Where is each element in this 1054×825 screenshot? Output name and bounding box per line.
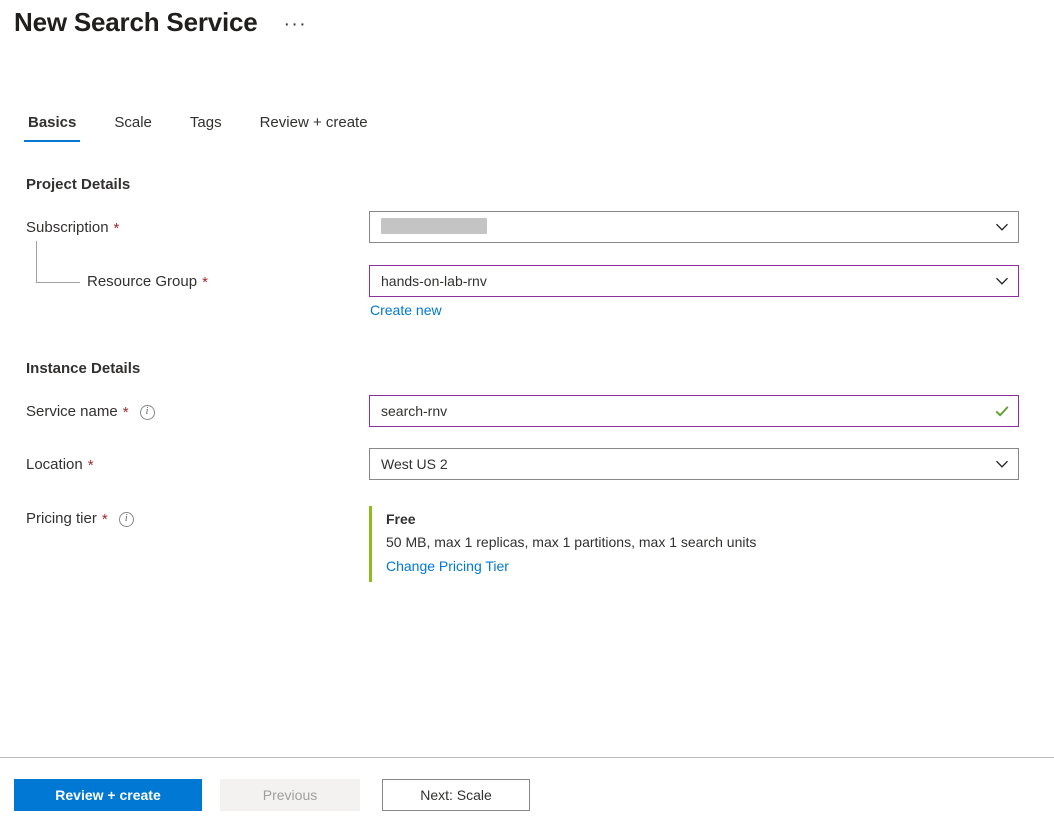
blade-tabs: Basics Scale Tags Review + create bbox=[22, 113, 374, 142]
field-subscription bbox=[369, 211, 1019, 243]
pricing-tier-summary: Free 50 MB, max 1 replicas, max 1 partit… bbox=[369, 506, 1019, 582]
section-title-instance-details: Instance Details bbox=[26, 360, 141, 377]
label-service-name-text: Service name bbox=[26, 403, 118, 420]
checkmark-valid-icon bbox=[995, 406, 1009, 417]
location-dropdown[interactable]: West US 2 bbox=[369, 448, 1019, 480]
resource-group-tree-connector bbox=[36, 241, 80, 283]
create-new-resource-group-link[interactable]: Create new bbox=[370, 301, 442, 319]
required-asterisk: * bbox=[113, 219, 120, 237]
field-service-name: search-rnv bbox=[369, 395, 1019, 427]
tab-review-create[interactable]: Review + create bbox=[254, 113, 374, 142]
label-resource-group: Resource Group * bbox=[87, 272, 208, 292]
section-title-project-details: Project Details bbox=[26, 176, 131, 193]
chevron-down-icon bbox=[996, 223, 1008, 231]
pricing-tier-name: Free bbox=[386, 511, 416, 527]
label-pricing-tier-text: Pricing tier bbox=[26, 510, 97, 527]
service-name-input[interactable]: search-rnv bbox=[369, 395, 1019, 427]
resource-group-value: hands-on-lab-rnv bbox=[381, 273, 487, 289]
location-value: West US 2 bbox=[381, 456, 448, 472]
required-asterisk: * bbox=[87, 456, 94, 474]
review-create-button[interactable]: Review + create bbox=[14, 779, 202, 811]
page-title: New Search Service bbox=[14, 7, 258, 37]
label-subscription-text: Subscription bbox=[26, 219, 109, 236]
redaction-block bbox=[381, 217, 487, 234]
required-asterisk: * bbox=[122, 403, 129, 421]
tab-scale[interactable]: Scale bbox=[108, 113, 158, 142]
footer-divider bbox=[0, 757, 1054, 758]
label-location: Location * bbox=[26, 455, 94, 475]
label-pricing-tier: Pricing tier * i bbox=[26, 509, 134, 529]
chevron-down-icon bbox=[996, 277, 1008, 285]
tab-basics[interactable]: Basics bbox=[22, 113, 82, 142]
required-asterisk: * bbox=[202, 273, 208, 291]
new-search-service-blade: New Search Service ··· Basics Scale Tags… bbox=[0, 0, 1054, 825]
label-resource-group-text: Resource Group bbox=[87, 273, 198, 290]
label-location-text: Location bbox=[26, 456, 83, 473]
label-service-name: Service name * i bbox=[26, 402, 155, 422]
previous-button: Previous bbox=[220, 779, 360, 811]
info-icon[interactable]: i bbox=[139, 404, 155, 420]
field-resource-group: hands-on-lab-rnv bbox=[369, 265, 1019, 297]
label-subscription: Subscription * bbox=[26, 218, 119, 238]
tab-tags[interactable]: Tags bbox=[184, 113, 228, 142]
subscription-dropdown[interactable] bbox=[369, 211, 1019, 243]
info-icon[interactable]: i bbox=[118, 511, 134, 527]
required-asterisk: * bbox=[101, 510, 108, 528]
chevron-down-icon bbox=[996, 460, 1008, 468]
blade-footer: Review + create Previous Next: Scale bbox=[14, 779, 530, 811]
service-name-value: search-rnv bbox=[381, 403, 448, 419]
more-options-icon[interactable]: ··· bbox=[280, 14, 311, 36]
field-location: West US 2 bbox=[369, 448, 1019, 480]
next-scale-button[interactable]: Next: Scale bbox=[382, 779, 530, 811]
blade-header: New Search Service ··· bbox=[14, 4, 311, 40]
pricing-tier-description: 50 MB, max 1 replicas, max 1 partitions,… bbox=[386, 534, 757, 550]
resource-group-dropdown[interactable]: hands-on-lab-rnv bbox=[369, 265, 1019, 297]
change-pricing-tier-link[interactable]: Change Pricing Tier bbox=[386, 554, 509, 578]
subscription-value bbox=[381, 217, 994, 237]
